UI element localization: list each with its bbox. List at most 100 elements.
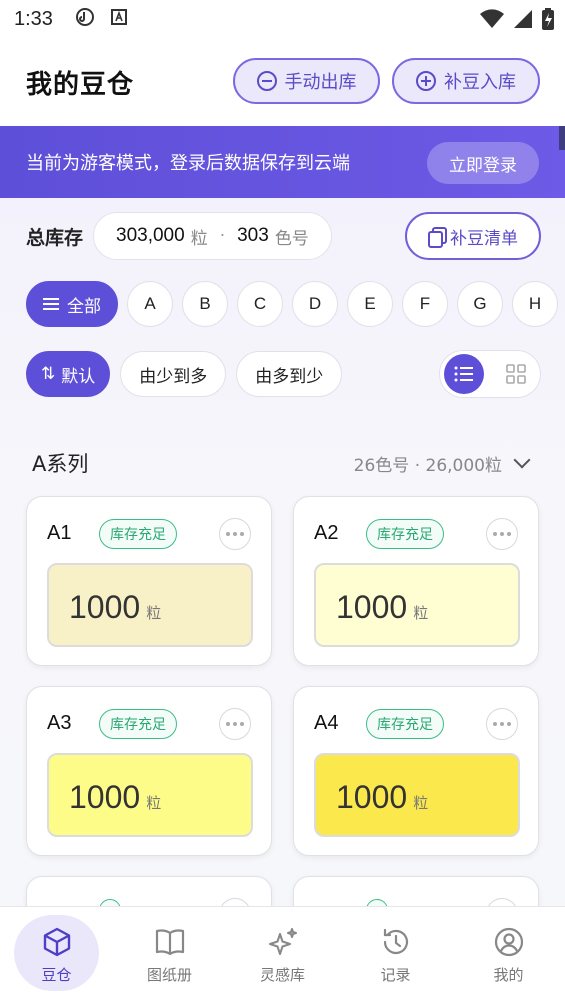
scrollbar-thumb[interactable] <box>559 126 565 150</box>
series-name: A系列 <box>32 452 89 476</box>
inventory-summary: 总库存 303,000 粒 · 303 色号 补豆清单 <box>26 212 541 260</box>
tab-label: 图纸册 <box>146 966 192 984</box>
main-content: 总库存 303,000 粒 · 303 色号 补豆清单 全部 A B C D E… <box>0 198 565 906</box>
filter-letter-b[interactable]: B <box>182 281 228 327</box>
bean-code: A1 <box>47 522 72 544</box>
list-icon <box>454 366 473 382</box>
filter-letter-e[interactable]: E <box>347 281 393 327</box>
tab-label: 记录 <box>380 966 411 984</box>
stock-status-badge: 库存充足 <box>99 709 177 739</box>
more-options-icon[interactable] <box>219 518 251 550</box>
app-notification-icon <box>110 8 127 30</box>
bean-card[interactable]: A1 库存充足 1000 粒 <box>26 496 272 666</box>
color-count: 303 <box>237 225 269 246</box>
filter-all[interactable]: 全部 <box>26 281 118 327</box>
color-swatch: 1000 粒 <box>47 753 253 837</box>
filter-letter-a[interactable]: A <box>127 281 173 327</box>
restock-in-label: 补豆入库 <box>444 72 516 93</box>
bean-unit-label: 粒 <box>146 794 162 812</box>
sort-ascending[interactable]: 由少到多 <box>120 351 227 397</box>
more-options-icon[interactable] <box>486 898 518 906</box>
status-bar: 1:33 <box>0 0 565 38</box>
filter-letter-f[interactable]: F <box>402 281 448 327</box>
bean-code: A4 <box>314 712 339 734</box>
chevron-down-icon <box>513 451 531 469</box>
color-swatch: 1000 粒 <box>314 563 520 647</box>
list-view-button[interactable] <box>444 354 484 394</box>
more-options-icon[interactable] <box>486 708 518 740</box>
battery-icon <box>541 8 555 35</box>
sort-descending[interactable]: 由多到少 <box>236 351 343 397</box>
tab-profile[interactable]: 我的 <box>452 907 565 1004</box>
bean-card[interactable]: A3 库存充足 1000 粒 <box>26 686 272 856</box>
guest-mode-banner: 当前为游客模式，登录后数据保存到云端 立即登录 <box>0 126 565 198</box>
filter-all-label: 全部 <box>67 296 101 317</box>
filter-letter-c[interactable]: C <box>237 281 283 327</box>
stock-status-badge: 库存充足 <box>366 709 444 739</box>
tab-pattern-book[interactable]: 图纸册 <box>113 907 226 1004</box>
user-icon <box>492 925 526 959</box>
bean-unit: 粒 <box>190 228 208 249</box>
app-header: 我的豆仓 手动出库 补豆入库 <box>0 38 565 126</box>
bean-code: A2 <box>314 522 339 544</box>
inventory-label: 总库存 <box>26 226 84 249</box>
page-title: 我的豆仓 <box>26 69 135 100</box>
sparkle-icon <box>266 925 300 959</box>
bean-quantity: 1000 <box>69 589 141 625</box>
bean-code: A3 <box>47 712 72 734</box>
login-button[interactable]: 立即登录 <box>427 142 539 184</box>
bean-unit-label: 粒 <box>146 604 162 622</box>
bottom-tab-bar: 豆仓 图纸册 灵感库 记录 我的 <box>0 906 565 1004</box>
series-filter: 全部 A B C D E F G H <box>26 280 558 328</box>
grid-view-button[interactable] <box>496 354 536 394</box>
stock-status-badge <box>99 899 121 906</box>
stock-status-badge <box>366 899 388 906</box>
filter-letter-g[interactable]: G <box>457 281 503 327</box>
tab-bean-storage[interactable]: 豆仓 <box>0 907 113 1004</box>
color-unit: 色号 <box>274 228 309 249</box>
bean-card-partial[interactable] <box>26 876 272 906</box>
copy-icon <box>428 227 447 248</box>
restock-list-button[interactable]: 补豆清单 <box>405 212 541 260</box>
bean-card[interactable]: A2 库存充足 1000 粒 <box>293 496 539 666</box>
series-header[interactable]: A系列 26色号 · 26,000粒 <box>32 448 532 478</box>
bean-unit-label: 粒 <box>413 604 429 622</box>
manual-out-button[interactable]: 手动出库 <box>233 58 380 104</box>
bean-quantity: 1000 <box>336 779 408 815</box>
color-swatch: 1000 粒 <box>314 753 520 837</box>
grid-icon <box>506 364 526 384</box>
sort-default-label: 默认 <box>61 366 96 387</box>
filter-letter-h[interactable]: H <box>512 281 558 327</box>
stock-status-badge: 库存充足 <box>366 519 444 549</box>
filter-letter-d[interactable]: D <box>292 281 338 327</box>
wifi-icon <box>479 9 505 34</box>
tab-label: 灵感库 <box>259 966 305 984</box>
view-toggle <box>439 350 541 398</box>
restock-in-button[interactable]: 补豆入库 <box>392 58 540 104</box>
guest-mode-text: 当前为游客模式，登录后数据保存到云端 <box>26 153 350 174</box>
plus-circle-icon <box>416 71 436 91</box>
series-meta: 26色号 · 26,000粒 <box>353 455 502 476</box>
bean-card[interactable]: A4 库存充足 1000 粒 <box>293 686 539 856</box>
inventory-pill: 303,000 粒 · 303 色号 <box>93 212 332 260</box>
sort-default[interactable]: ⇅ 默认 <box>26 351 111 397</box>
signal-icon <box>513 9 533 34</box>
tab-inspiration[interactable]: 灵感库 <box>226 907 339 1004</box>
tab-records[interactable]: 记录 <box>339 907 452 1004</box>
filter-icon <box>43 297 59 311</box>
restock-list-label: 补豆清单 <box>450 228 518 249</box>
manual-out-label: 手动出库 <box>284 72 357 93</box>
bean-quantity: 1000 <box>69 779 141 815</box>
more-options-icon[interactable] <box>219 898 251 906</box>
more-options-icon[interactable] <box>219 708 251 740</box>
tab-label: 豆仓 <box>41 966 72 984</box>
tab-label: 我的 <box>493 966 524 984</box>
separator-dot: · <box>219 226 226 246</box>
stock-status-badge: 库存充足 <box>99 519 177 549</box>
bean-count: 303,000 <box>116 225 185 246</box>
sort-row: ⇅ 默认 由少到多 由多到少 <box>26 350 541 398</box>
sort-arrows-icon: ⇅ <box>41 364 56 384</box>
more-options-icon[interactable] <box>486 518 518 550</box>
bean-card-partial[interactable] <box>293 876 539 906</box>
history-icon <box>379 925 413 959</box>
